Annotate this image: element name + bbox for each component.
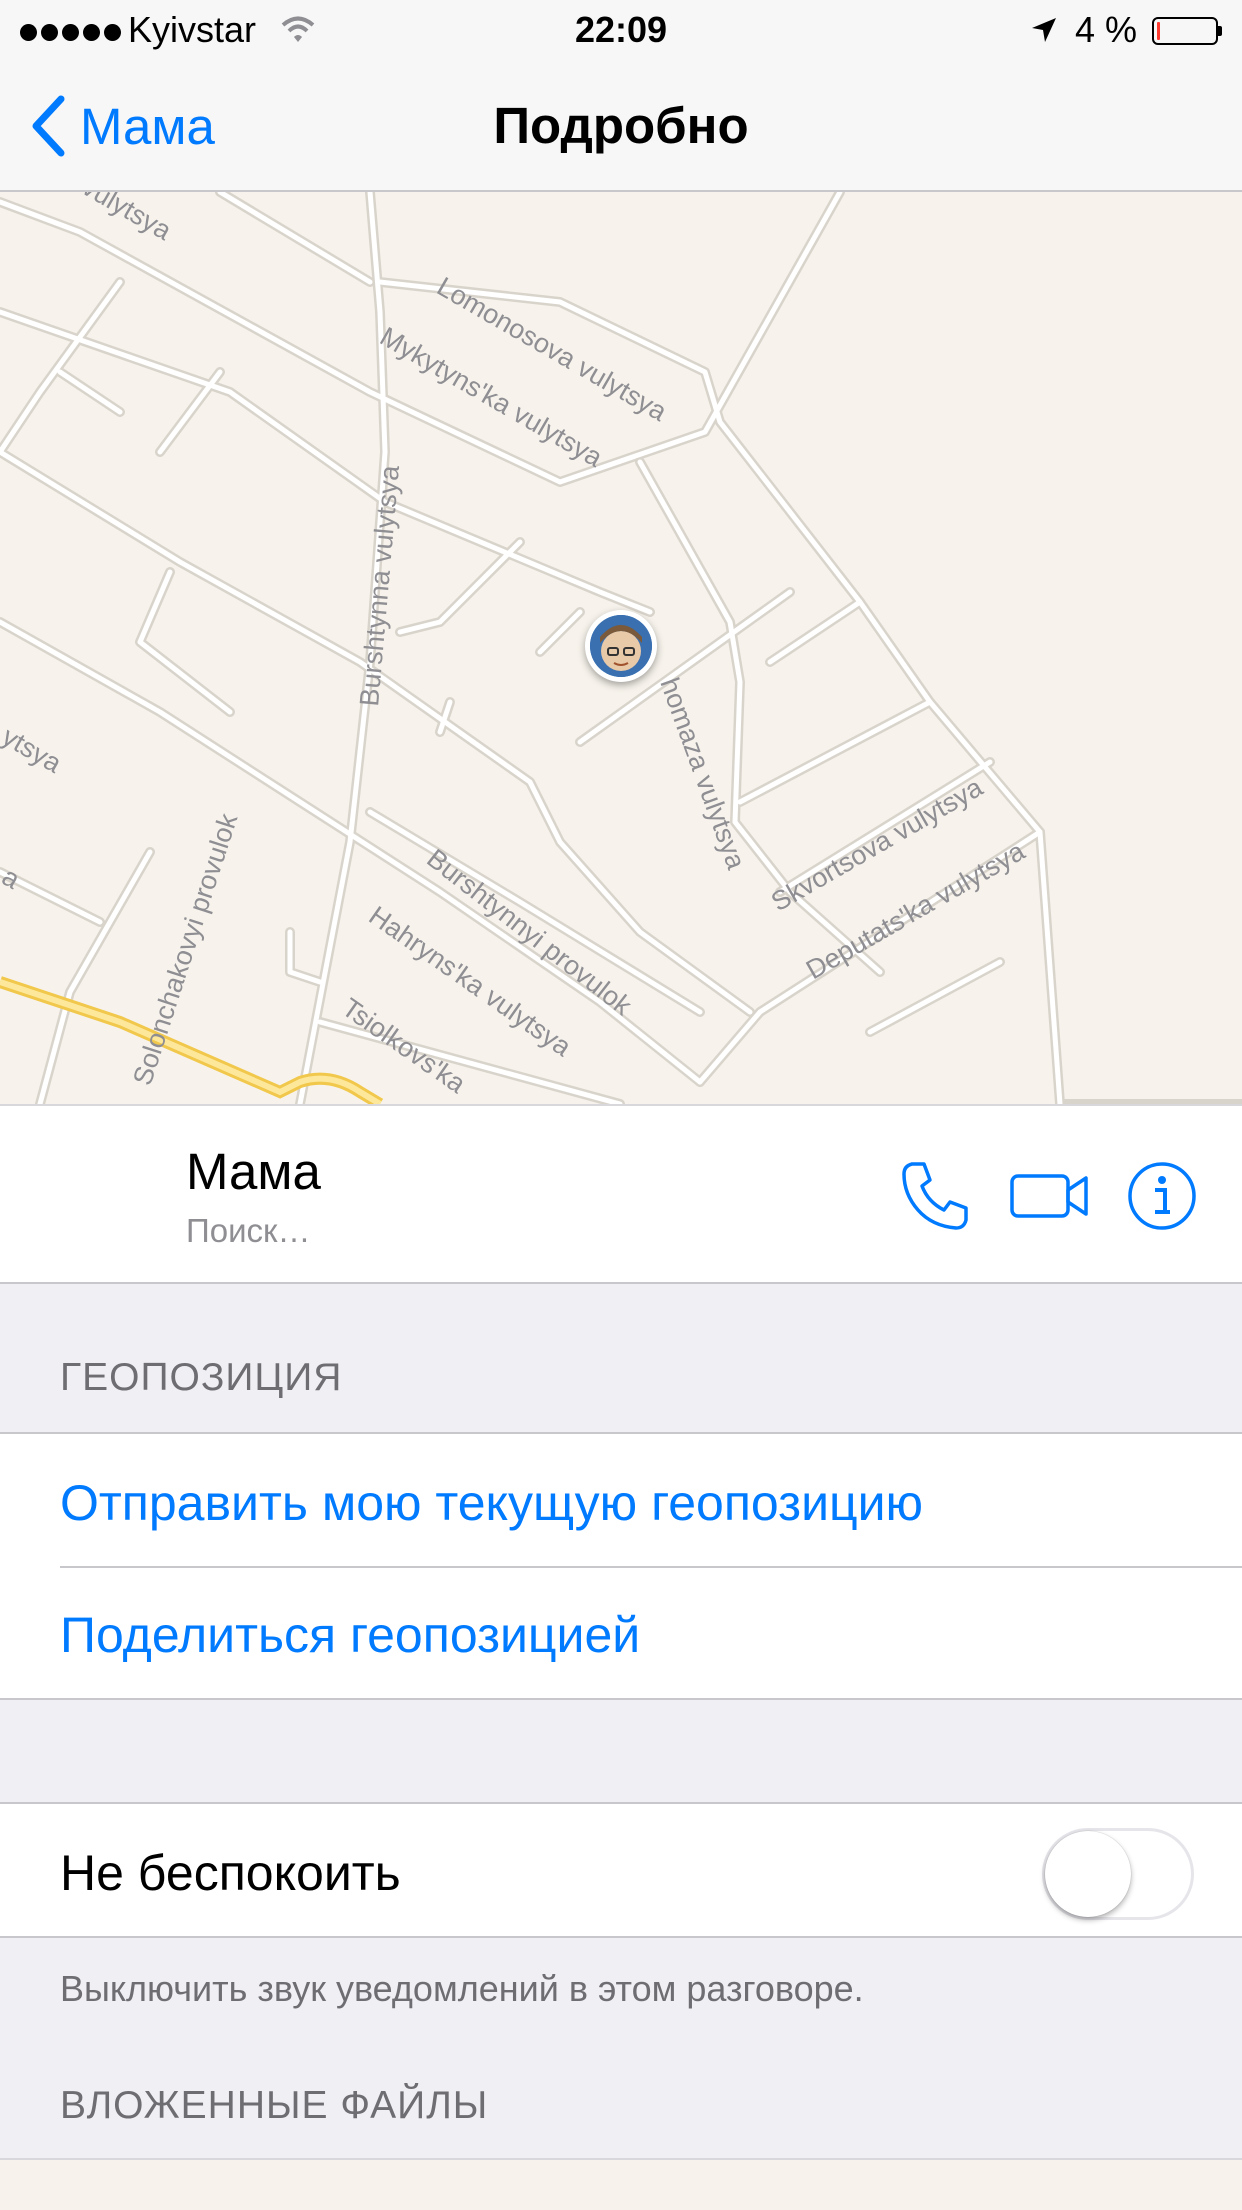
do-not-disturb-label: Не беспокоить xyxy=(60,1845,401,1901)
contact-name: Мама xyxy=(186,1143,321,1200)
status-bar: Kyivstar 22:09 4 % xyxy=(0,0,1242,60)
avatar-photo xyxy=(590,615,652,677)
location-group: Отправить мою текущую геопозицию Поделит… xyxy=(0,1432,1242,1700)
share-location-button[interactable]: Поделиться геопозицией xyxy=(60,1606,640,1664)
attachments-strip[interactable] xyxy=(0,2158,1242,2210)
info-icon[interactable] xyxy=(1126,1160,1198,1232)
do-not-disturb-switch[interactable] xyxy=(1042,1828,1194,1920)
location-section-header: ГЕОПОЗИЦИЯ xyxy=(60,1356,343,1399)
video-camera-icon[interactable] xyxy=(1008,1158,1090,1234)
contact-location-avatar[interactable] xyxy=(585,610,657,682)
switch-knob xyxy=(1045,1831,1131,1917)
navigation-bar: Мама Подробно xyxy=(0,60,1242,192)
attachments-section-header: ВЛОЖЕННЫЕ ФАЙЛЫ xyxy=(60,2084,489,2127)
phone-icon[interactable] xyxy=(898,1158,974,1234)
divider xyxy=(60,1566,1242,1568)
street-label: Burshtynna vulytsya xyxy=(354,463,405,707)
page-title: Подробно xyxy=(493,97,749,154)
do-not-disturb-row: Не беспокоить xyxy=(0,1802,1242,1938)
send-current-location-button[interactable]: Отправить мою текущую геопозицию xyxy=(60,1474,923,1532)
location-map[interactable]: Lomonosova vulytsya Mykytyns'ka vulytsya… xyxy=(0,192,1242,1104)
battery-percent: 4 % xyxy=(1075,9,1138,50)
street-label: Burshtynnyi provulok xyxy=(421,843,637,1021)
battery-icon xyxy=(1152,17,1218,45)
do-not-disturb-footer: Выключить звук уведомлений в этом разгов… xyxy=(60,1968,864,2009)
street-label: ytsya xyxy=(0,721,67,779)
battery-tip xyxy=(1218,26,1222,36)
contact-status: Поиск… xyxy=(186,1212,311,1249)
location-arrow-icon xyxy=(1032,18,1056,42)
street-label: Lomonosova vulytsya xyxy=(432,271,673,427)
contact-row: Мама Поиск… xyxy=(0,1104,1242,1284)
